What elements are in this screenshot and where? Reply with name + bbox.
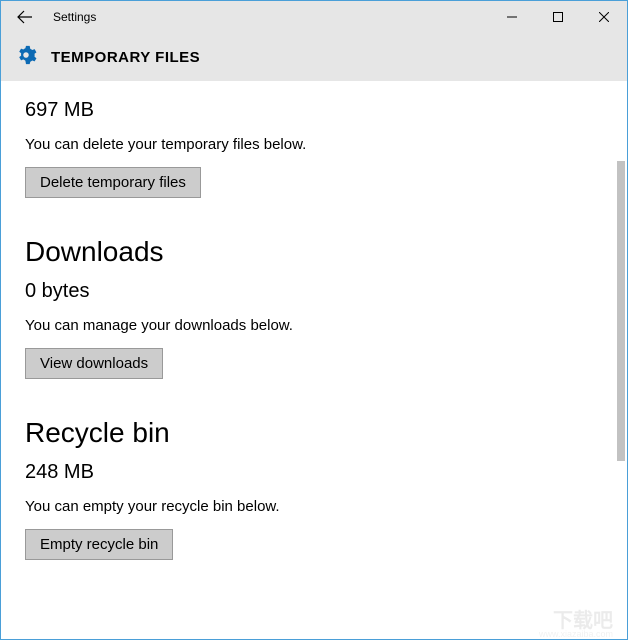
empty-recycle-bin-button[interactable]: Empty recycle bin	[25, 529, 173, 560]
titlebar: Settings	[1, 1, 627, 33]
temporary-files-description: You can delete your temporary files belo…	[25, 136, 603, 153]
window-controls	[489, 1, 627, 33]
window-title: Settings	[53, 10, 96, 24]
recycle-bin-size: 248 MB	[25, 461, 603, 484]
content-area: 697 MB You can delete your temporary fil…	[1, 81, 627, 641]
gear-icon	[15, 44, 37, 71]
delete-temporary-files-button[interactable]: Delete temporary files	[25, 167, 201, 198]
close-button[interactable]	[581, 1, 627, 33]
view-downloads-button[interactable]: View downloads	[25, 348, 163, 379]
temporary-files-size: 697 MB	[25, 99, 603, 122]
minimize-icon	[507, 12, 517, 22]
recycle-bin-description: You can empty your recycle bin below.	[25, 498, 603, 515]
close-icon	[599, 12, 609, 22]
downloads-heading: Downloads	[25, 236, 603, 268]
recycle-bin-heading: Recycle bin	[25, 417, 603, 449]
page-title: TEMPORARY FILES	[51, 49, 200, 66]
downloads-description: You can manage your downloads below.	[25, 317, 603, 334]
maximize-icon	[553, 12, 563, 22]
minimize-button[interactable]	[489, 1, 535, 33]
back-button[interactable]	[1, 1, 49, 33]
scrollbar-thumb[interactable]	[617, 161, 625, 461]
maximize-button[interactable]	[535, 1, 581, 33]
page-header: TEMPORARY FILES	[1, 33, 627, 81]
downloads-size: 0 bytes	[25, 280, 603, 303]
arrow-left-icon	[17, 9, 33, 25]
